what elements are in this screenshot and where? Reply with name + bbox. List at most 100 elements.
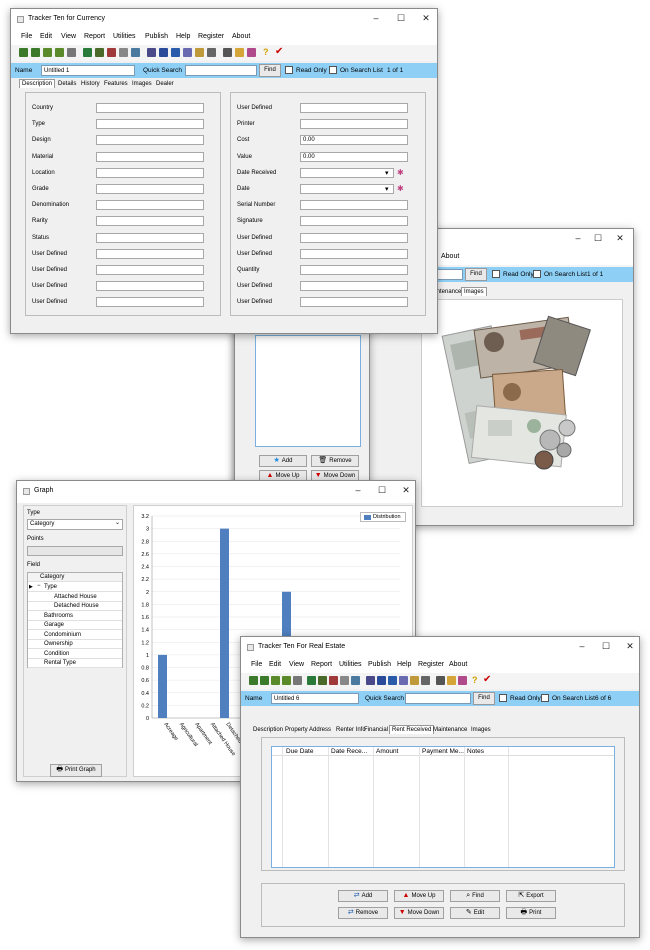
tree-row[interactable]: Condominium xyxy=(28,631,122,640)
field-input[interactable]: 0.00 xyxy=(300,135,408,146)
last-record-icon[interactable] xyxy=(55,48,64,57)
field-input[interactable] xyxy=(96,167,204,178)
menu-publish[interactable]: Publish xyxy=(368,661,391,668)
edit-button[interactable]: ✎ Edit xyxy=(450,907,500,919)
find-button[interactable]: ⌕ Find xyxy=(450,890,500,902)
print-button[interactable]: 🖶 Print xyxy=(506,907,556,919)
menu-register[interactable]: Register xyxy=(198,33,224,40)
menu-about[interactable]: About xyxy=(441,253,459,260)
folder-icon[interactable] xyxy=(447,676,456,685)
col-date-received[interactable]: Date Rece... xyxy=(331,748,367,755)
prev-record-icon[interactable] xyxy=(31,48,40,57)
field-input[interactable] xyxy=(300,103,408,113)
add-button[interactable]: ⇄ Add xyxy=(338,890,388,902)
tree-row[interactable]: Ownership xyxy=(28,640,122,649)
tree-row[interactable]: Condition xyxy=(28,650,122,659)
tab-description[interactable]: Description xyxy=(19,79,56,88)
tab-maintenance[interactable]: Maintenance xyxy=(431,726,469,734)
search-icon[interactable] xyxy=(340,676,349,685)
add-button[interactable]: ★ Add xyxy=(259,455,307,467)
first-record-icon[interactable] xyxy=(249,676,258,685)
report-icon[interactable] xyxy=(351,676,360,685)
import-icon[interactable] xyxy=(147,48,156,57)
print-graph-button[interactable]: 🖶 Print Graph xyxy=(50,764,102,777)
menu-utilities[interactable]: Utilities xyxy=(113,33,136,40)
field-input[interactable] xyxy=(300,119,408,130)
next-record-icon[interactable] xyxy=(43,48,52,57)
quick-search-input[interactable] xyxy=(405,693,471,704)
print-icon[interactable] xyxy=(421,676,430,685)
menu-view[interactable]: View xyxy=(61,33,76,40)
field-input[interactable] xyxy=(96,184,204,194)
field-input[interactable] xyxy=(300,297,408,308)
on-search-list-checkbox[interactable] xyxy=(533,270,541,278)
move-up-button[interactable]: ▲ Move Up xyxy=(394,890,444,902)
name-input[interactable]: Untitled 1 xyxy=(41,65,135,76)
rent-grid[interactable]: Due Date Date Rece... Amount Payment Me.… xyxy=(271,746,615,868)
menu-file[interactable]: File xyxy=(251,661,262,668)
menu-view[interactable]: View xyxy=(289,661,304,668)
first-record-icon[interactable] xyxy=(19,48,28,57)
tab-images[interactable]: Images xyxy=(461,287,487,296)
list-icon[interactable] xyxy=(159,48,168,57)
tab-details[interactable]: Details xyxy=(56,80,78,88)
search-icon[interactable] xyxy=(119,48,128,57)
export-button[interactable]: ⇱ Export xyxy=(506,890,556,902)
delete-record-icon[interactable] xyxy=(329,676,338,685)
close-button[interactable]: ✕ xyxy=(419,13,433,24)
menu-register[interactable]: Register xyxy=(418,661,444,668)
col-notes[interactable]: Notes xyxy=(467,748,484,755)
filter-icon[interactable] xyxy=(293,676,302,685)
calendar-dropdown-icon[interactable]: ▾ xyxy=(385,185,389,193)
find-button[interactable]: Find xyxy=(259,64,281,77)
print-icon[interactable] xyxy=(207,48,216,57)
maximize-button[interactable]: ☐ xyxy=(394,13,408,24)
menu-report[interactable]: Report xyxy=(84,33,105,40)
settings-icon[interactable] xyxy=(436,676,445,685)
field-input[interactable] xyxy=(96,216,204,227)
minimize-button[interactable]: – xyxy=(575,641,589,651)
read-only-checkbox[interactable] xyxy=(285,66,293,74)
graph-icon[interactable] xyxy=(399,676,408,685)
menu-edit[interactable]: Edit xyxy=(269,661,281,668)
close-button[interactable]: ✕ xyxy=(623,641,637,652)
copy-record-icon[interactable] xyxy=(318,676,327,685)
copy-record-icon[interactable] xyxy=(95,48,104,57)
tab-features[interactable]: Features xyxy=(102,80,130,88)
tree-row[interactable]: Rental Type xyxy=(28,659,122,668)
close-button[interactable]: ✕ xyxy=(399,485,413,496)
field-input[interactable]: 0.00 xyxy=(300,151,408,162)
help-icon[interactable]: ? xyxy=(263,47,269,57)
minimize-button[interactable]: – xyxy=(571,233,585,243)
col-due-date[interactable]: Due Date xyxy=(286,748,313,755)
field-input[interactable] xyxy=(96,119,204,130)
help-icon[interactable]: ? xyxy=(472,675,478,685)
tree-row[interactable]: Detached House xyxy=(28,602,122,611)
field-input[interactable] xyxy=(96,248,204,259)
list-icon[interactable] xyxy=(377,676,386,685)
field-input[interactable] xyxy=(96,265,204,275)
name-input[interactable]: Untitled 6 xyxy=(271,693,359,704)
field-input[interactable] xyxy=(300,216,408,227)
prev-record-icon[interactable] xyxy=(260,676,269,685)
points-input[interactable] xyxy=(27,546,123,556)
tab-financial[interactable]: Financial xyxy=(362,726,390,734)
close-button[interactable]: ✕ xyxy=(613,233,627,244)
field-input[interactable] xyxy=(96,281,204,292)
table-icon[interactable] xyxy=(171,48,180,57)
menu-publish[interactable]: Publish xyxy=(145,33,168,40)
filter-icon[interactable] xyxy=(67,48,76,57)
move-down-button[interactable]: ▼ Move Down xyxy=(394,907,444,919)
check-icon[interactable]: ✔ xyxy=(275,46,283,57)
web-icon[interactable] xyxy=(458,676,467,685)
tab-description[interactable]: Description xyxy=(251,726,285,734)
read-only-checkbox[interactable] xyxy=(499,694,507,702)
type-select[interactable]: Category ⌄ xyxy=(27,519,123,530)
tab-images[interactable]: Images xyxy=(130,80,154,88)
folder-icon[interactable] xyxy=(235,48,244,57)
list-box[interactable] xyxy=(255,335,361,447)
report-icon[interactable] xyxy=(131,48,140,57)
field-input[interactable] xyxy=(300,248,408,259)
menu-help[interactable]: Help xyxy=(397,661,411,668)
collapse-icon[interactable]: − xyxy=(37,583,41,589)
